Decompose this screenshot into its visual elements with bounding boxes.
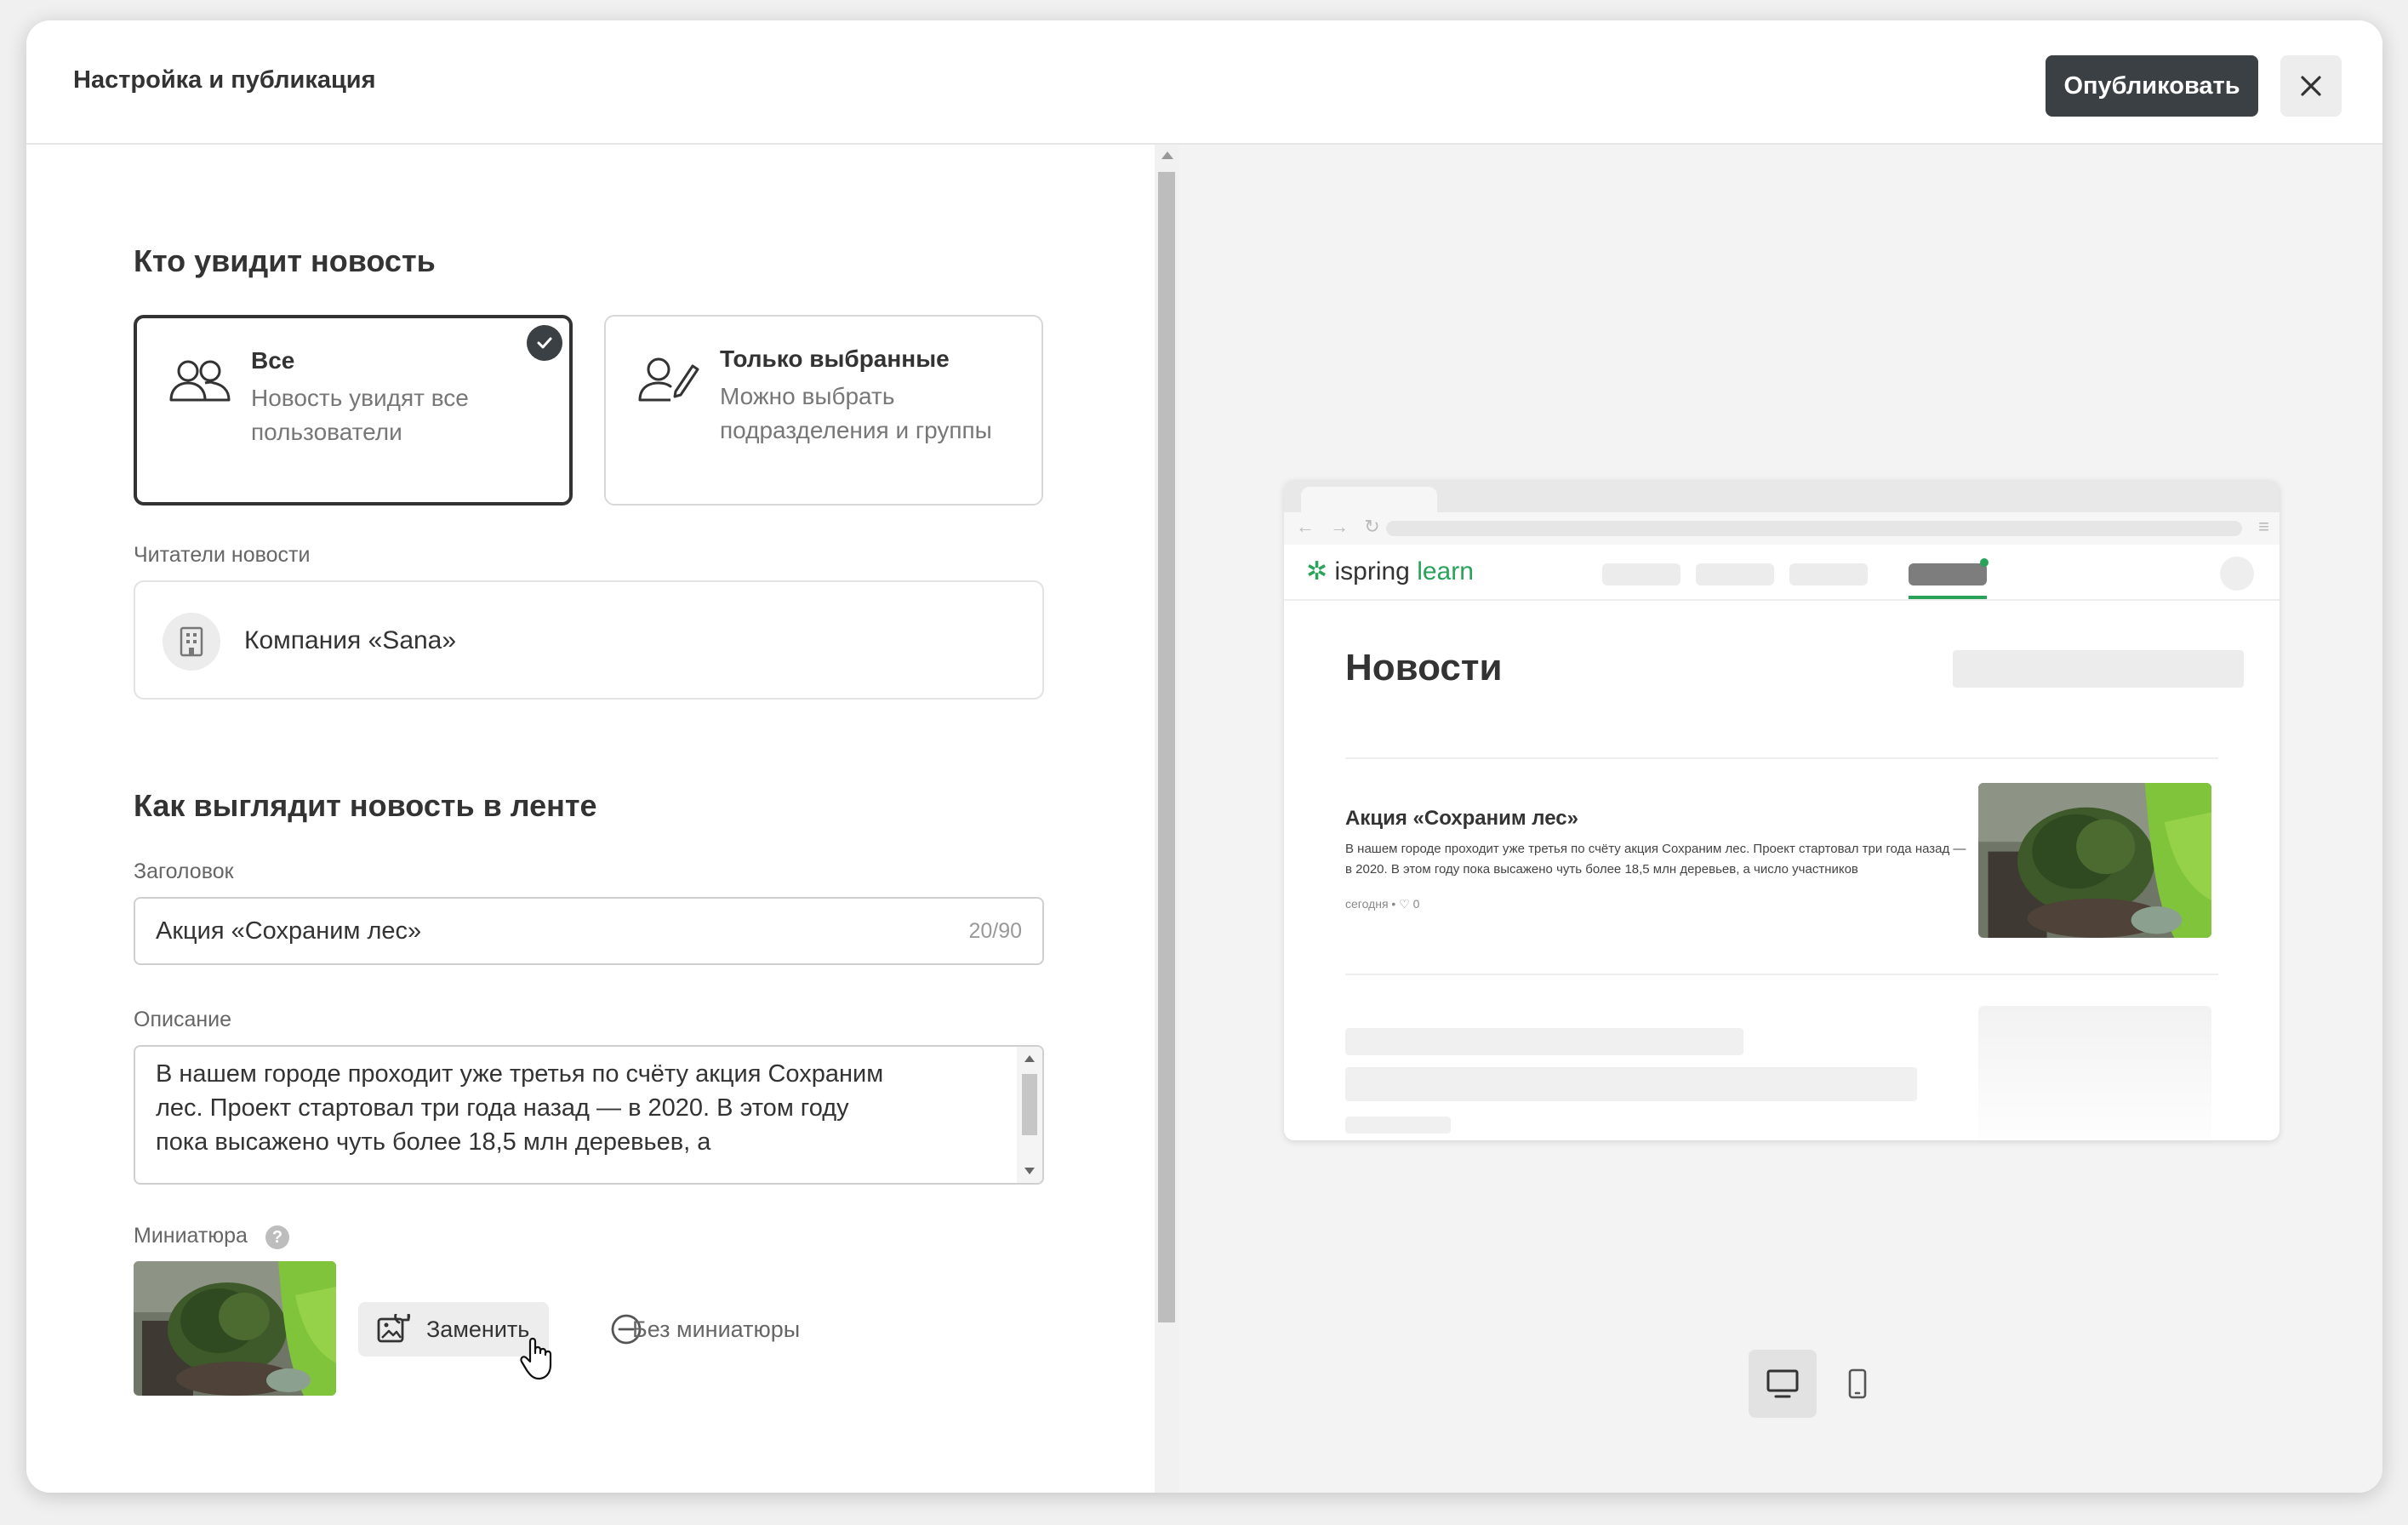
title-field[interactable]: 20/90 bbox=[134, 897, 1044, 965]
preview-browser-frame: ← → ↻ ≡ ✲ ispring learn Новости Акция «С… bbox=[1284, 480, 2280, 1140]
scroll-thumb[interactable] bbox=[1022, 1074, 1037, 1135]
audience-heading: Кто увидит новость bbox=[134, 243, 436, 278]
nav-placeholder bbox=[1789, 563, 1868, 585]
user-edit-icon bbox=[638, 357, 699, 402]
nav-placeholder bbox=[1696, 563, 1774, 585]
readers-field[interactable]: Компания «Sana» bbox=[134, 580, 1044, 700]
preview-card-meta: сегодня • ♡ 0 bbox=[1345, 897, 1420, 911]
thumbnail-label: Миниатюра bbox=[134, 1224, 248, 1248]
scroll-up-arrow[interactable] bbox=[1024, 1055, 1035, 1062]
seedling-photo bbox=[1978, 783, 2211, 938]
divider bbox=[1345, 974, 2218, 975]
mobile-view-toggle[interactable] bbox=[1823, 1350, 1892, 1418]
modal-header: Настройка и публикация Опубликовать bbox=[26, 20, 2382, 145]
desktop-view-toggle[interactable] bbox=[1749, 1350, 1817, 1418]
close-button[interactable] bbox=[2280, 55, 2342, 117]
replace-thumbnail-label: Заменить bbox=[426, 1317, 530, 1342]
title-input[interactable] bbox=[156, 914, 922, 948]
publish-settings-modal: Настройка и публикация Опубликовать Кто … bbox=[26, 20, 2382, 1493]
building-icon bbox=[180, 626, 203, 657]
readers-label: Читатели новости bbox=[134, 543, 311, 567]
logo-text-accent: learn bbox=[1417, 557, 1474, 585]
browser-tab-strip bbox=[1284, 480, 2280, 512]
nav-placeholder bbox=[1602, 563, 1680, 585]
ispring-learn-logo: ✲ ispring learn bbox=[1306, 557, 1474, 586]
description-field[interactable]: В нашем городе проходит уже третья по сч… bbox=[134, 1045, 1044, 1185]
preview-card-desc: В нашем городе проходит уже третья по сч… bbox=[1345, 842, 1966, 877]
divider bbox=[1345, 757, 2218, 759]
smartphone-icon bbox=[1848, 1368, 1867, 1399]
browser-menu-icon: ≡ bbox=[2258, 516, 2269, 537]
check-icon bbox=[537, 337, 552, 349]
help-icon[interactable]: ? bbox=[265, 1225, 289, 1249]
nav-placeholder-active bbox=[1909, 563, 1987, 585]
address-field bbox=[1386, 521, 2242, 536]
avatar bbox=[2220, 557, 2254, 591]
modal-title: Настройка и публикация bbox=[73, 66, 376, 94]
audience-option-all[interactable]: Все Новость увидят все пользователи bbox=[134, 315, 573, 505]
image-replace-icon bbox=[377, 1314, 410, 1343]
audience-option-selected[interactable]: Только выбранные Можно выбрать подраздел… bbox=[604, 315, 1043, 505]
no-thumbnail-label: Без миниатюры bbox=[632, 1317, 801, 1342]
search-placeholder bbox=[1953, 650, 2244, 688]
close-icon bbox=[2301, 76, 2321, 96]
skeleton-line bbox=[1345, 1117, 1451, 1134]
title-char-counter: 20/90 bbox=[968, 919, 1022, 943]
company-avatar bbox=[163, 613, 220, 671]
scrollbar-thumb[interactable] bbox=[1158, 172, 1175, 1322]
description-scrollbar[interactable] bbox=[1017, 1047, 1042, 1183]
nav-active-underline bbox=[1909, 596, 1987, 599]
description-label: Описание bbox=[134, 1008, 232, 1031]
skeleton-image bbox=[1978, 1006, 2211, 1140]
title-label: Заголовок bbox=[134, 860, 234, 883]
skeleton-line bbox=[1345, 1028, 1743, 1055]
no-thumbnail-button[interactable]: Без миниатюры bbox=[579, 1302, 826, 1357]
logo-mark-icon: ✲ bbox=[1306, 557, 1328, 585]
browser-nav-icons: ← → ↻ bbox=[1296, 516, 1385, 537]
audience-option-all-desc: Новость увидят все пользователи bbox=[251, 385, 469, 445]
audience-option-all-title: Все bbox=[251, 347, 295, 374]
scroll-down-arrow[interactable] bbox=[1024, 1168, 1035, 1174]
monitor-icon bbox=[1766, 1369, 1799, 1398]
thumbnail-image bbox=[134, 1261, 336, 1396]
preview-card-image bbox=[1978, 783, 2211, 938]
skeleton-line bbox=[1345, 1067, 1917, 1101]
description-text[interactable]: В нашем городе проходит уже третья по сч… bbox=[156, 1057, 904, 1159]
scrollbar-up-arrow[interactable] bbox=[1161, 151, 1173, 159]
preview-app-bar: ✲ ispring learn bbox=[1284, 545, 2280, 601]
hand-cursor-icon bbox=[520, 1337, 552, 1380]
audience-option-selected-desc: Можно выбрать подразделения и группы bbox=[720, 383, 992, 443]
settings-scrollbar[interactable] bbox=[1155, 145, 1178, 1493]
browser-address-bar: ← → ↻ ≡ bbox=[1284, 512, 2280, 545]
readers-company-name: Компания «Sana» bbox=[244, 626, 457, 654]
browser-tab bbox=[1301, 487, 1437, 512]
preview-card-title: Акция «Сохраним лес» bbox=[1345, 807, 1578, 830]
preview-page-title: Новости bbox=[1345, 647, 1503, 688]
selected-check-badge bbox=[527, 325, 562, 361]
users-icon bbox=[169, 360, 231, 402]
seedling-photo bbox=[134, 1261, 336, 1396]
logo-text-main: ispring bbox=[1334, 557, 1410, 585]
notification-dot bbox=[1980, 558, 1989, 567]
publish-button[interactable]: Опубликовать bbox=[2046, 55, 2258, 117]
audience-option-selected-title: Только выбранные bbox=[720, 346, 950, 372]
appearance-heading: Как выглядит новость в ленте bbox=[134, 788, 597, 823]
